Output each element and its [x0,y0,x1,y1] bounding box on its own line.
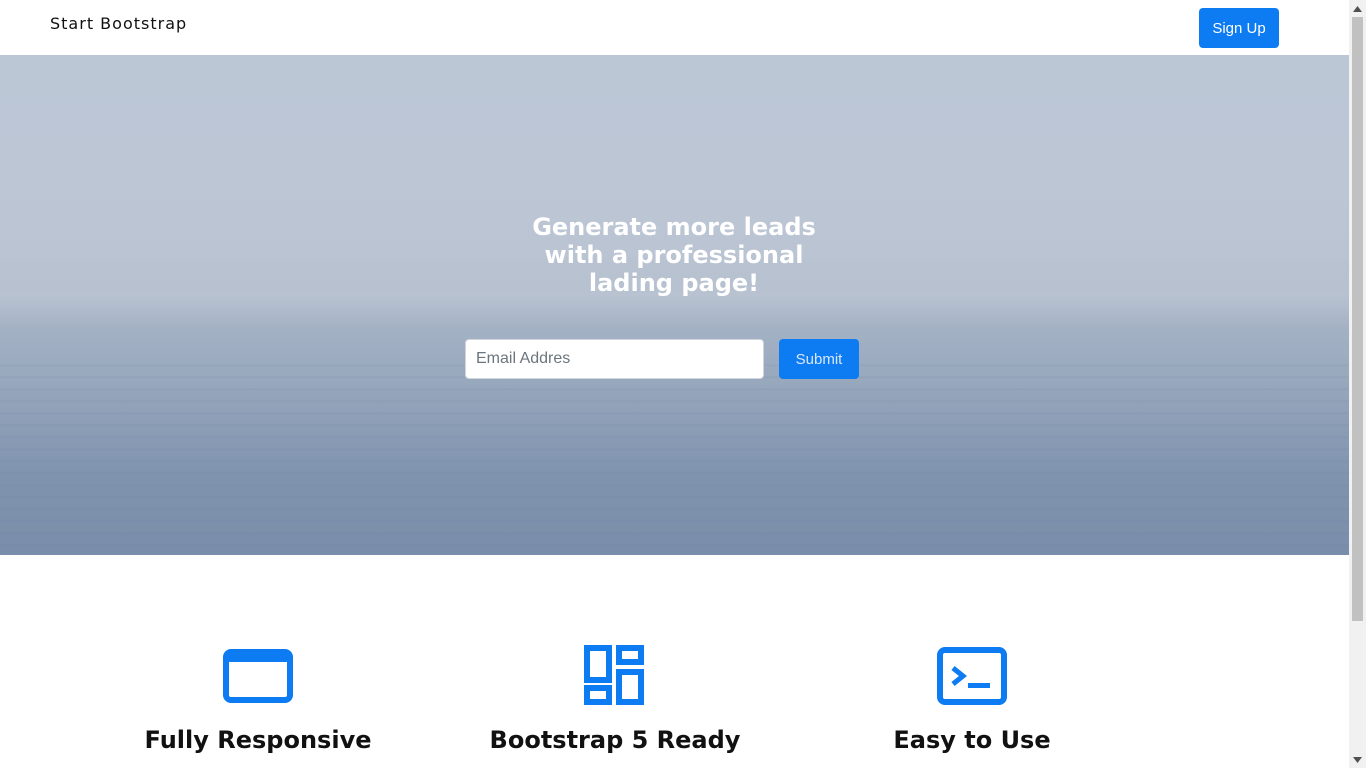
scrollbar-thumb[interactable] [1352,17,1363,621]
window-icon [223,649,293,703]
vertical-scrollbar[interactable] [1349,0,1366,768]
brand-link[interactable]: Start Bootstrap [50,14,187,33]
hero-title: Generate more leads with a professional … [532,213,816,297]
terminal-icon [937,647,1007,705]
navbar: Start Bootstrap Sign Up [0,0,1349,55]
layout-grid-icon [584,645,644,705]
feature-title: Easy to Use [893,726,1051,754]
submit-button[interactable]: Submit [779,339,859,379]
hero-section: Generate more leads with a professional … [0,55,1349,555]
scroll-down-arrow-icon[interactable] [1349,751,1366,768]
feature-title: Bootstrap 5 Ready [489,726,741,754]
feature-title: Fully Responsive [144,726,372,754]
hero-water-ripples [0,355,1349,555]
email-input[interactable] [465,339,764,379]
page: Start Bootstrap Sign Up Generate more le… [0,0,1349,768]
sign-up-button[interactable]: Sign Up [1199,8,1279,48]
scroll-up-arrow-icon[interactable] [1349,0,1366,17]
